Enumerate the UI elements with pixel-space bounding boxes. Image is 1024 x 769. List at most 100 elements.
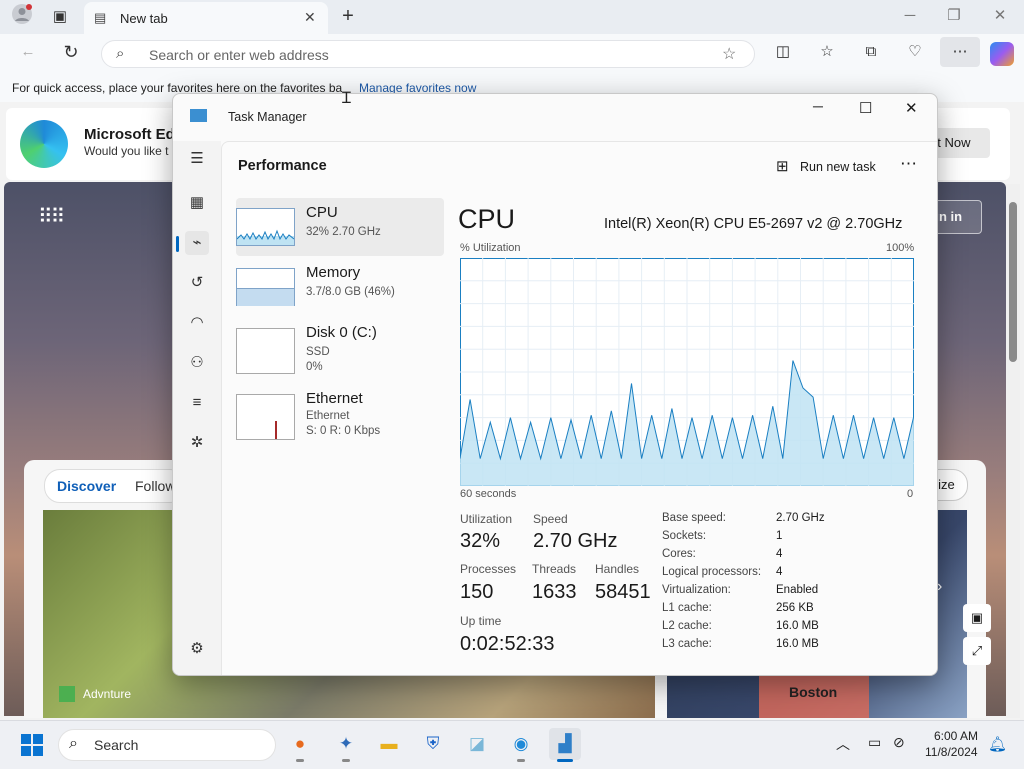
processes-label: Processes (460, 562, 517, 576)
screenshot-icon[interactable]: ▣ (963, 604, 991, 632)
clock-time[interactable]: 6:00 AM (934, 729, 978, 743)
users-icon[interactable]: ⚇ (185, 351, 209, 375)
section-title: Performance (238, 158, 327, 174)
task-manager-title: Task Manager (228, 110, 307, 124)
resource-sub2: S: 0 R: 0 Kbps (306, 425, 381, 437)
resource-sub2: 0% (306, 361, 323, 373)
memory-fill (237, 288, 294, 306)
hamburger-menu-icon[interactable]: ☰ (185, 147, 209, 171)
edge-taskbar-icon[interactable]: ◉ (505, 728, 537, 760)
active-indicator (176, 236, 179, 252)
resource-cpu[interactable]: CPU 32% 2.70 GHz (236, 198, 444, 256)
tm-settings-icon[interactable]: ⚙ (185, 637, 209, 661)
network-status-icon[interactable]: ▭ (868, 734, 881, 751)
tab-new-tab[interactable]: ▤ New tab ✕ (84, 2, 328, 34)
browser-minimize-icon[interactable]: ─ (896, 2, 924, 30)
spec-key: Logical processors: (662, 566, 762, 578)
split-screen-icon[interactable]: ◫ (769, 38, 797, 66)
settings-more-icon[interactable]: ⋯ (940, 37, 980, 67)
edge-logo-icon (20, 120, 68, 168)
resource-sub: Ethernet (306, 410, 350, 422)
back-icon[interactable]: ← (14, 38, 42, 66)
profile-icon[interactable] (8, 3, 36, 35)
scrollbar-thumb[interactable] (1009, 202, 1017, 362)
spec-key: Virtualization: (662, 584, 731, 596)
address-bar[interactable]: ⌕ Search or enter web address ☆ (101, 40, 755, 68)
utilization-axis-label: % Utilization (460, 242, 521, 254)
cpu-thumbnail (236, 208, 295, 246)
page-scrollbar[interactable] (1006, 184, 1020, 718)
tab-title: New tab (120, 11, 168, 26)
browser-close-icon[interactable]: ✕ (986, 2, 1014, 30)
firefox-icon[interactable]: ● (284, 728, 316, 760)
task-manager-taskbar-icon[interactable]: ▟ (549, 728, 581, 760)
resource-disk[interactable]: Disk 0 (C:) SSD 0% (236, 318, 444, 376)
services-icon[interactable]: ✲ (185, 431, 209, 455)
performance-icon[interactable]: ⌁ (185, 231, 209, 255)
cpu-model: Intel(R) Xeon(R) CPU E5-2697 v2 @ 2.70GH… (604, 216, 903, 232)
banner-subtitle: Would you like t (84, 144, 169, 158)
favorites-icon[interactable]: ☆ (813, 38, 841, 66)
security-shield-icon[interactable]: ⛨ (417, 728, 449, 760)
spec-value: 2.70 GHz (776, 512, 825, 524)
taskbar-search[interactable]: ⌕ Search (58, 729, 276, 761)
new-tab-favicon-icon: ▤ (94, 10, 107, 25)
app-history-icon[interactable]: ↺ (185, 271, 209, 295)
ethernet-thumbnail (236, 394, 295, 440)
browser-restore-icon[interactable]: ❐ (940, 2, 968, 30)
file-explorer-icon[interactable]: ▬ (373, 728, 405, 760)
browser-essentials-icon[interactable]: ♡ (901, 38, 929, 66)
taskbar-search-icon: ⌕ (69, 735, 78, 752)
collections-icon[interactable]: ⧉ (857, 38, 885, 66)
detail-heading: CPU (458, 204, 516, 234)
threads-value: 1633 (532, 581, 577, 603)
show-hidden-icons-icon[interactable]: ︿ (836, 734, 850, 754)
tab-following[interactable]: Follow (135, 478, 175, 494)
new-tab-plus-icon[interactable]: + (334, 2, 362, 30)
running-indicator (517, 759, 525, 762)
source-logo-icon (59, 686, 75, 702)
spec-value: 16.0 MB (776, 620, 819, 632)
expand-icon[interactable]: ⤢ (963, 637, 991, 665)
clock-date[interactable]: 11/8/2024 (925, 745, 978, 759)
details-icon[interactable]: ≡ (185, 391, 209, 415)
resource-ethernet[interactable]: Ethernet Ethernet S: 0 R: 0 Kbps (236, 384, 444, 442)
uptime-label: Up time (460, 614, 502, 628)
task-manager-logo-icon (190, 109, 207, 122)
resource-memory[interactable]: Memory 3.7/8.0 GB (46%) (236, 258, 444, 316)
copilot-icon[interactable] (990, 42, 1014, 66)
startup-apps-icon[interactable]: ◠ (185, 311, 209, 335)
add-favorite-star-icon[interactable]: ☆ (722, 44, 736, 64)
speed-label: Speed (533, 512, 568, 526)
taskbar-search-label: Search (94, 737, 139, 753)
run-new-task-button[interactable]: Run new task (800, 160, 876, 174)
tab-discover[interactable]: Discover (57, 478, 116, 494)
tm-minimize-icon[interactable]: ─ (813, 98, 823, 114)
tab-actions-icon[interactable]: ▣ (46, 3, 74, 31)
spec-value: 4 (776, 548, 783, 560)
processes-icon[interactable]: ▦ (185, 191, 209, 215)
performance-panel: Performance ⊞ Run new task ⋯ CPU 32% 2.7… (221, 141, 937, 675)
resource-name: Disk 0 (C:) (306, 324, 377, 341)
tab-strip: ▣ ▤ New tab ✕ + ─ ❐ ✕ (0, 0, 1024, 34)
cpu-utilization-graph (460, 258, 914, 486)
start-windows-icon[interactable] (20, 733, 44, 757)
active-indicator (557, 759, 573, 762)
notifications-bell-icon[interactable]: 🔔︎ (988, 735, 1007, 753)
processes-value: 150 (460, 581, 494, 603)
close-tab-icon[interactable]: ✕ (304, 9, 316, 26)
tm-close-icon[interactable]: ✕ (905, 99, 918, 117)
task-manager-window: Task Manager ─ ☐ ✕ ☰ ▦ ⌁ ↺ ◠ ⚇ ≡ ✲ ⚙ Per… (172, 93, 938, 676)
more-options-icon[interactable]: ⋯ (900, 154, 917, 174)
running-indicator (342, 759, 350, 762)
spec-key: Cores: (662, 548, 696, 560)
eraser-app-icon[interactable]: ◪ (461, 728, 493, 760)
volume-muted-icon[interactable]: ⊘ (893, 734, 905, 751)
network-app-icon[interactable]: ✦ (330, 728, 362, 760)
not-now-button[interactable]: ot Now (930, 128, 990, 158)
spec-value: Enabled (776, 584, 819, 596)
tm-maximize-icon[interactable]: ☐ (859, 99, 872, 117)
spec-value: 16.0 MB (776, 638, 819, 650)
refresh-icon[interactable]: ↻ (57, 38, 85, 66)
apps-grid-icon[interactable]: ⠿⠿ (38, 204, 65, 229)
